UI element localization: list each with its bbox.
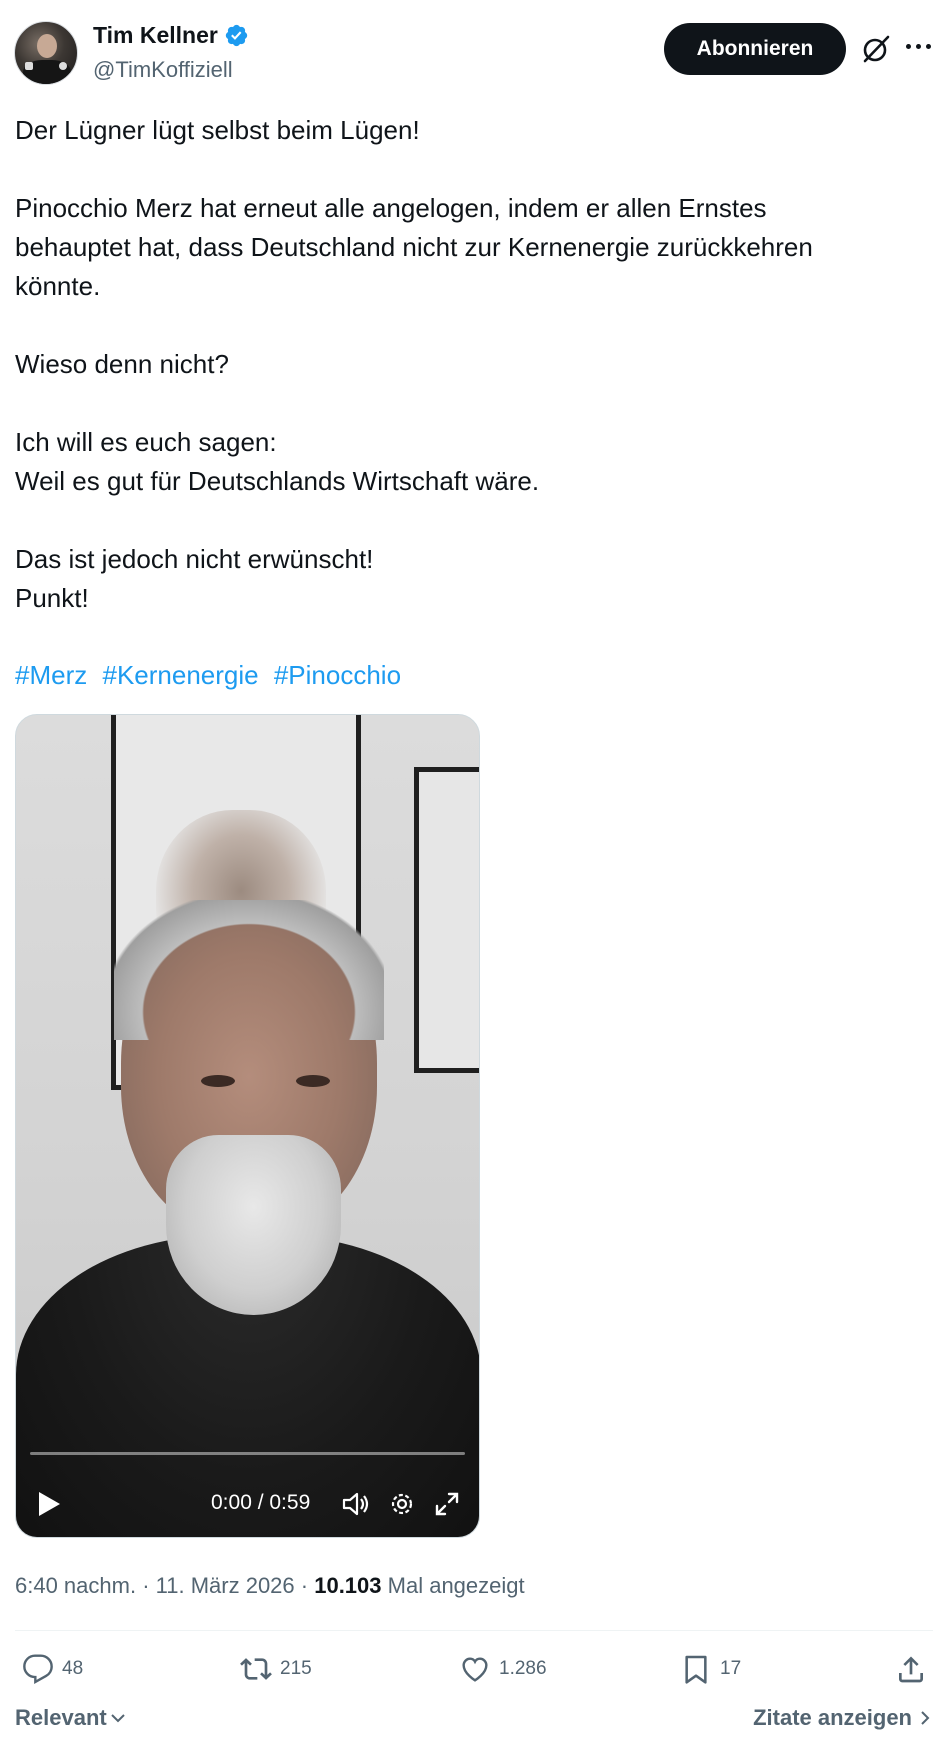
author-display-name[interactable]: Tim Kellner [93, 22, 218, 49]
tweet-line: Punkt! [15, 583, 89, 613]
avatar[interactable] [14, 21, 78, 85]
settings-gear-icon[interactable] [389, 1491, 415, 1517]
fullscreen-icon[interactable] [434, 1491, 460, 1517]
share-icon[interactable] [895, 1653, 927, 1685]
hashtag-link[interactable]: #Pinocchio [274, 660, 401, 690]
reply-icon [23, 1654, 53, 1684]
tweet-line: Der Lügner lügt selbst beim Lügen! [15, 115, 420, 145]
sort-dropdown[interactable]: Relevant [15, 1705, 127, 1731]
sort-label: Relevant [15, 1705, 107, 1730]
tweet-text: Der Lügner lügt selbst beim Lügen! Pinoc… [15, 111, 915, 618]
tweet-line: Pinocchio Merz hat erneut alle angelogen… [15, 193, 767, 223]
play-icon[interactable] [36, 1490, 62, 1518]
like-count: 1.286 [499, 1658, 547, 1679]
view-count: 10.103 [314, 1573, 382, 1598]
tweet-date[interactable]: 11. März 2026 [156, 1573, 295, 1598]
bookmark-count: 17 [720, 1658, 742, 1679]
repost-count: 215 [280, 1658, 312, 1679]
divider [15, 1630, 933, 1631]
repost-icon [240, 1658, 272, 1680]
tweet-line: behauptet hat, dass Deutschland nicht zu… [15, 232, 813, 262]
grok-icon[interactable] [860, 33, 892, 65]
tweet-page: Tim Kellner @TimKoffiziell Abonnieren De… [0, 0, 948, 1743]
hashtags: #Merz #Kernenergie #Pinocchio [15, 656, 409, 695]
views-label: Mal angezeigt [387, 1573, 525, 1598]
tweet-meta: 6:40 nachm. · 11. März 2026 · 10.103 Mal… [15, 1573, 525, 1598]
volume-muted-icon[interactable] [341, 1489, 371, 1519]
video-progress-bar[interactable] [30, 1452, 465, 1455]
author-name-row[interactable]: Tim Kellner [93, 22, 249, 49]
video-player[interactable]: 0:00 / 0:59 [15, 714, 480, 1538]
bookmark-icon [685, 1655, 707, 1684]
hashtag-link[interactable]: #Kernenergie [102, 660, 258, 690]
tweet-line: Wieso denn nicht? [15, 349, 229, 379]
tweet-line: könnte. [15, 271, 101, 301]
verified-badge-icon [225, 24, 248, 47]
reply-count: 48 [62, 1658, 84, 1679]
chevron-down-icon [111, 1714, 125, 1723]
tweet-time[interactable]: 6:40 nachm. [15, 1573, 136, 1598]
heart-icon [462, 1657, 488, 1682]
reply-button[interactable]: 48 [22, 1653, 83, 1685]
tweet-line: Weil es gut für Deutschlands Wirtschaft … [15, 466, 540, 496]
chevron-right-icon [921, 1711, 930, 1725]
bookmark-button[interactable]: 17 [680, 1653, 741, 1685]
wall-picture-frame [414, 767, 479, 1073]
tweet-line: Ich will es euch sagen: [15, 427, 277, 457]
video-person-beard [166, 1135, 341, 1315]
hashtag-link[interactable]: #Merz [15, 660, 87, 690]
like-button[interactable]: 1.286 [459, 1653, 547, 1685]
tweet-line: Das ist jedoch nicht erwünscht! [15, 544, 374, 574]
view-quotes-link[interactable]: Zitate anzeigen [753, 1705, 934, 1731]
author-handle[interactable]: @TimKoffiziell [93, 57, 233, 83]
repost-button[interactable]: 215 [240, 1653, 312, 1685]
video-time: 0:00 / 0:59 [211, 1491, 311, 1514]
follow-button[interactable]: Abonnieren [664, 23, 846, 75]
quotes-label: Zitate anzeigen [753, 1705, 912, 1730]
more-options-icon[interactable] [906, 44, 932, 52]
